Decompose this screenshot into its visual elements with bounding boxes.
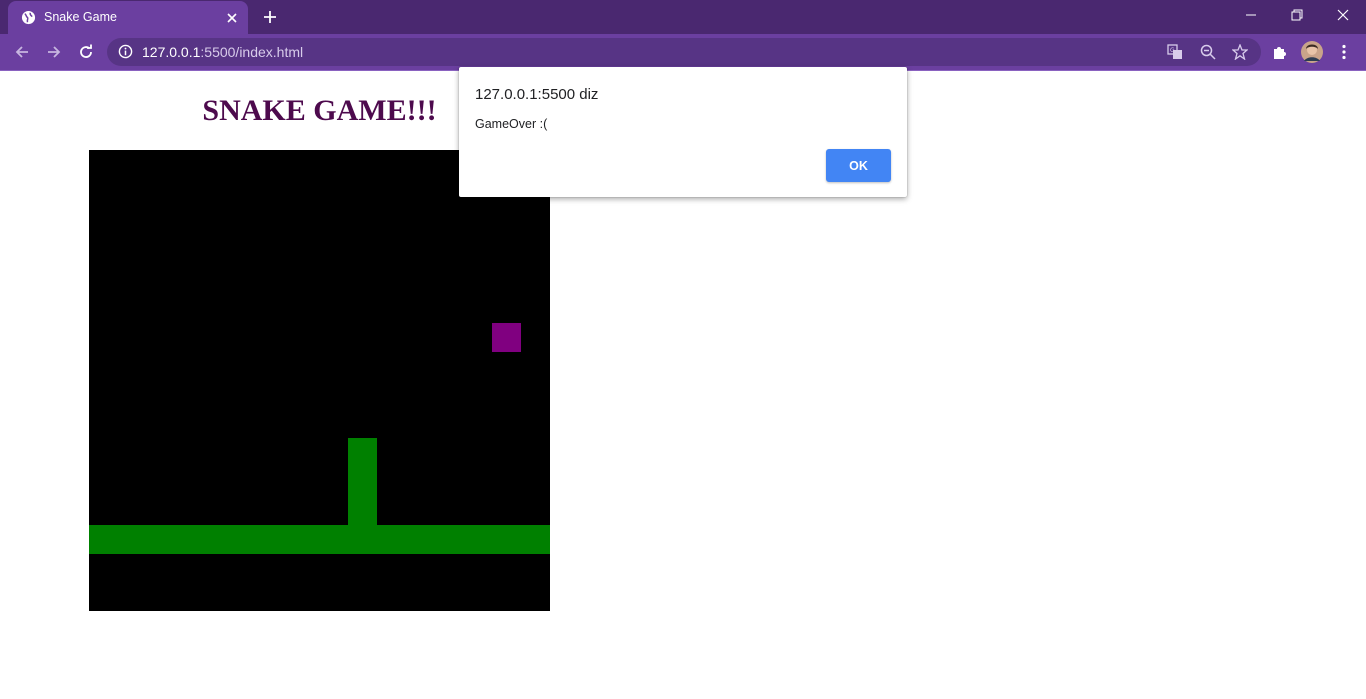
tab-strip: Snake Game	[0, 0, 1366, 34]
url-text: 127.0.0.1:5500/index.html	[142, 44, 303, 60]
snake-segment	[262, 525, 291, 554]
url-path: :5500/index.html	[200, 44, 304, 60]
dialog-origin: 127.0.0.1:5500 diz	[475, 86, 599, 103]
menu-dots-icon[interactable]	[1332, 40, 1356, 64]
zoom-out-icon[interactable]	[1200, 44, 1216, 65]
snake-segment	[204, 525, 233, 554]
food-block	[492, 323, 521, 352]
snake-segment	[492, 525, 521, 554]
snake-segment	[175, 525, 204, 554]
tab-close-icon[interactable]	[224, 10, 239, 25]
plus-icon[interactable]	[259, 6, 281, 28]
forward-arrow-icon[interactable]	[42, 40, 66, 64]
snake-segment	[89, 525, 118, 554]
snake-segment	[147, 525, 176, 554]
url-host: 127.0.0.1	[142, 44, 201, 60]
snake-segment	[348, 525, 377, 554]
translate-icon[interactable]: G	[1167, 44, 1183, 65]
snake-segment	[464, 525, 493, 554]
bookmark-star-icon[interactable]	[1231, 43, 1249, 65]
browser-toolbar: 127.0.0.1:5500/index.html G	[0, 34, 1366, 70]
snake-segment	[118, 525, 147, 554]
snake-segment	[348, 438, 377, 467]
snake-segment	[291, 525, 320, 554]
info-icon[interactable]	[118, 44, 133, 64]
tab-title: Snake Game	[44, 10, 117, 24]
restore-icon[interactable]	[1274, 0, 1320, 30]
snake-segment	[435, 525, 464, 554]
extensions-puzzle-icon[interactable]	[1268, 40, 1292, 64]
back-arrow-icon[interactable]	[10, 40, 34, 64]
alert-dialog: 127.0.0.1:5500 diz GameOver :( OK	[459, 67, 907, 197]
snake-segment	[377, 525, 406, 554]
snake-segment	[233, 525, 262, 554]
snake-segment	[348, 496, 377, 525]
dialog-message: GameOver :(	[475, 117, 548, 131]
address-bar[interactable]: 127.0.0.1:5500/index.html G	[107, 38, 1261, 66]
snake-segment	[406, 525, 435, 554]
game-board[interactable]	[89, 150, 550, 611]
globe-icon	[21, 10, 36, 25]
reload-icon[interactable]	[74, 40, 98, 64]
ok-button[interactable]: OK	[826, 149, 891, 182]
browser-tab[interactable]: Snake Game	[8, 1, 248, 34]
profile-avatar[interactable]	[1300, 40, 1324, 64]
svg-text:G: G	[1170, 47, 1175, 54]
snake-segment	[521, 525, 550, 554]
close-icon[interactable]	[1320, 0, 1366, 30]
minimize-icon[interactable]	[1228, 0, 1274, 30]
snake-segment	[348, 467, 377, 496]
snake-segment	[320, 525, 349, 554]
